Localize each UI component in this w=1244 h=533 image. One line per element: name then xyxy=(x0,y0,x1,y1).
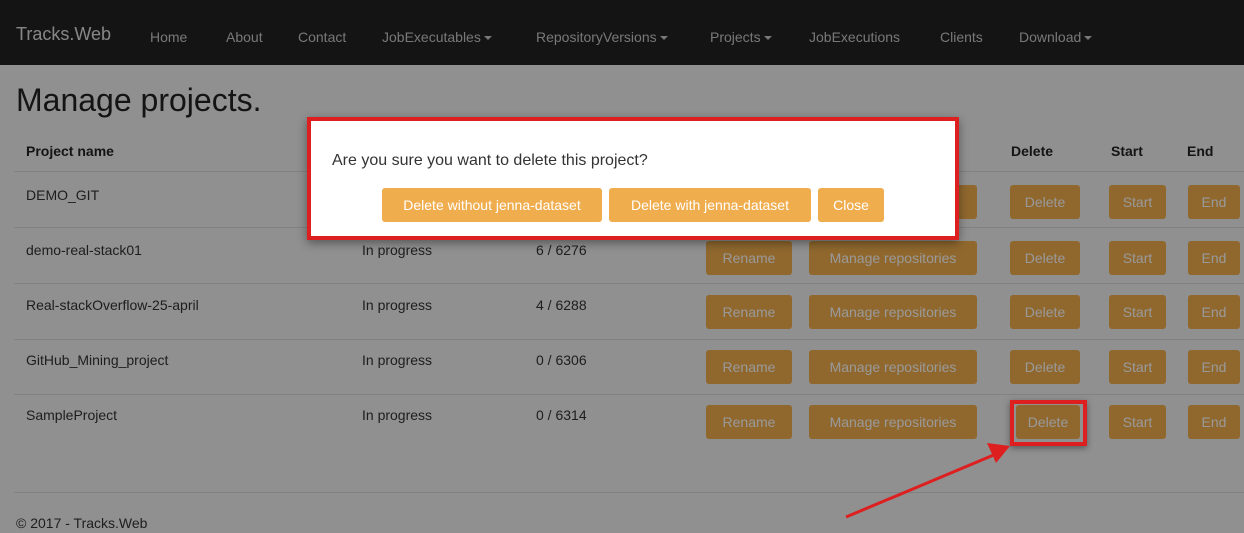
delete-confirm-dialog: Are you sure you want to delete this pro… xyxy=(307,117,959,240)
annotation-arrow-icon xyxy=(845,443,1010,519)
dialog-message: Are you sure you want to delete this pro… xyxy=(332,152,648,169)
delete-with-dataset-button[interactable]: Delete with jenna-dataset xyxy=(609,188,811,222)
close-button[interactable]: Close xyxy=(818,188,884,222)
delete-without-dataset-button[interactable]: Delete without jenna-dataset xyxy=(382,188,602,222)
